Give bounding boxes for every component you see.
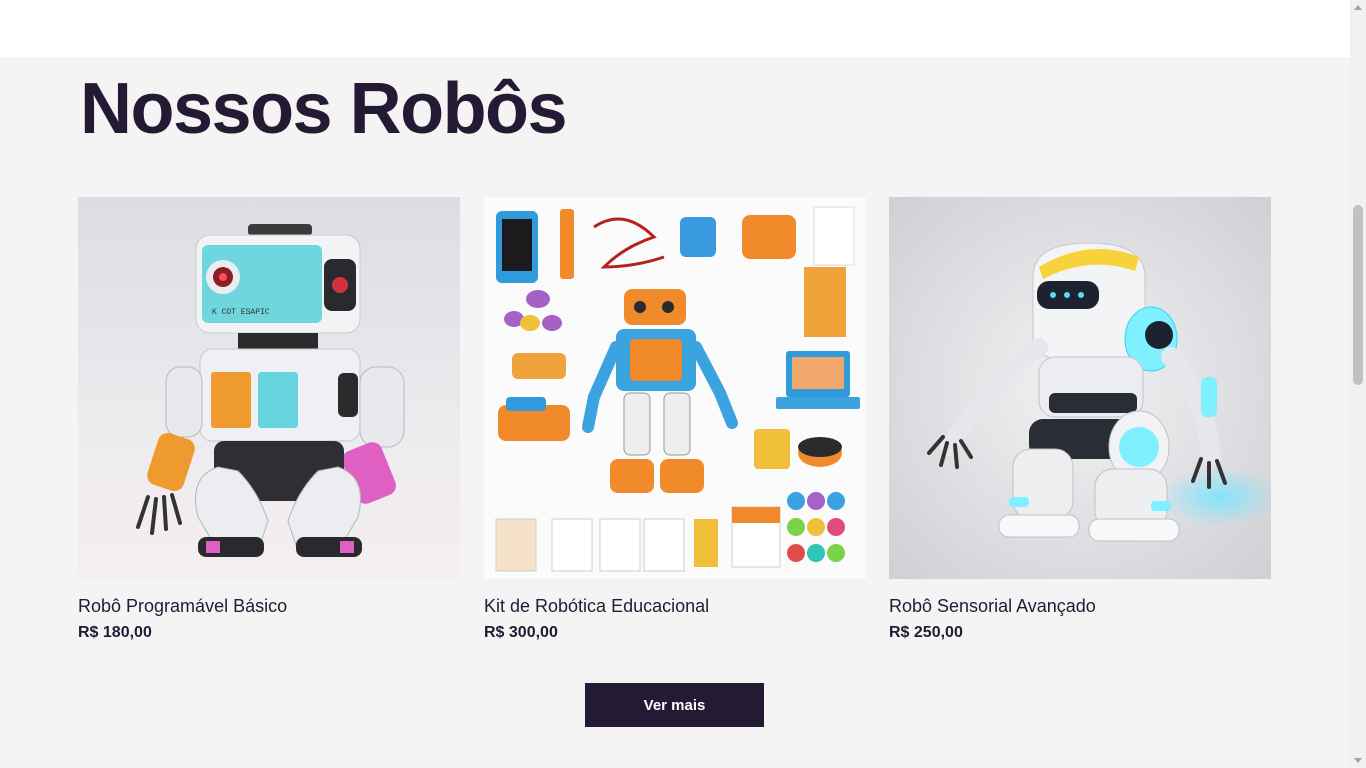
robotics-kit-image[interactable] [484, 197, 866, 579]
robot-basic-image[interactable]: K COT ESAPIC [78, 197, 460, 579]
page-scrollbar[interactable] [1350, 0, 1366, 768]
scroll-up-icon[interactable] [1354, 5, 1362, 10]
header-bar [0, 0, 1350, 57]
scrollbar-thumb[interactable] [1353, 205, 1363, 385]
product-card-3[interactable]: Robô Sensorial Avançado R$ 250,00 [889, 197, 1271, 643]
scroll-down-icon[interactable] [1354, 758, 1362, 763]
product-price: R$ 250,00 [889, 624, 963, 641]
product-name[interactable]: Robô Sensorial Avançado [889, 595, 1271, 617]
product-card-2[interactable]: Kit de Robótica Educacional R$ 300,00 [484, 197, 866, 643]
product-card-1[interactable]: K COT ESAPIC Robô Programável Básico R$ … [78, 197, 460, 643]
see-more-button[interactable]: Ver mais [585, 683, 764, 727]
svg-text:K COT ESAPIC: K COT ESAPIC [212, 308, 270, 317]
product-price: R$ 300,00 [484, 624, 558, 641]
product-name[interactable]: Kit de Robótica Educacional [484, 595, 866, 617]
product-price: R$ 180,00 [78, 624, 152, 641]
product-name[interactable]: Robô Programável Básico [78, 595, 460, 617]
robot-sensorial-image[interactable] [889, 197, 1271, 579]
section-title: Nossos Robôs [80, 69, 568, 149]
